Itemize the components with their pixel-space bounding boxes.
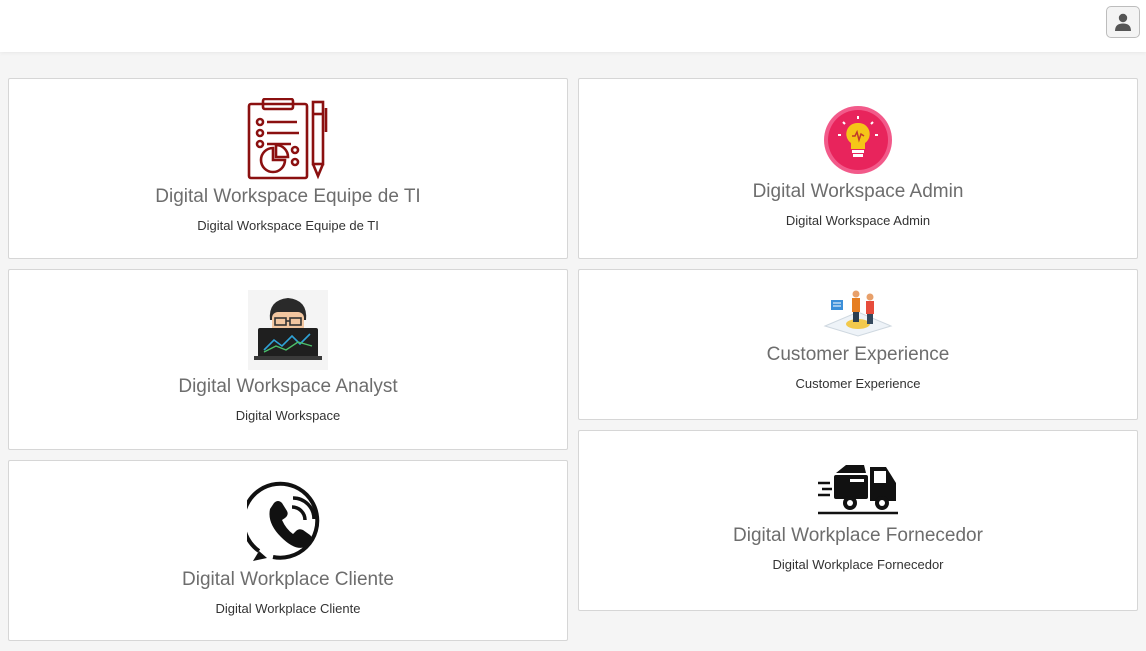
lightbulb-icon — [823, 105, 893, 175]
phone-call-icon — [247, 481, 329, 563]
card-title: Digital Workplace Cliente — [182, 569, 394, 590]
card-title: Digital Workplace Fornecedor — [733, 525, 983, 546]
card-customer-experience[interactable]: Customer Experience Customer Experience — [578, 269, 1138, 420]
clipboard-report-icon — [247, 98, 329, 180]
card-subtitle: Digital Workspace — [235, 408, 341, 423]
top-bar — [0, 0, 1146, 52]
right-column: Digital Workspace Admin Digital Workspac… — [578, 78, 1138, 621]
user-menu-button[interactable] — [1106, 6, 1140, 38]
card-subtitle: Digital Workplace Fornecedor — [772, 557, 944, 572]
card-cliente[interactable]: Digital Workplace Cliente Digital Workpl… — [8, 460, 568, 641]
card-admin[interactable]: Digital Workspace Admin Digital Workspac… — [578, 78, 1138, 259]
card-title: Digital Workspace Equipe de TI — [155, 186, 421, 207]
card-fornecedor[interactable]: Digital Workplace Fornecedor Digital Wor… — [578, 430, 1138, 611]
card-title: Customer Experience — [766, 344, 950, 365]
delivery-truck-icon — [816, 453, 900, 519]
customer-team-icon — [823, 290, 893, 338]
card-equipe-ti[interactable]: Digital Workspace Equipe de TI Digital W… — [8, 78, 568, 259]
card-title: Digital Workspace Admin — [752, 181, 964, 202]
analyst-laptop-icon — [248, 290, 328, 370]
left-column: Digital Workspace Equipe de TI Digital W… — [8, 78, 568, 651]
card-title: Digital Workspace Analyst — [178, 376, 398, 397]
card-subtitle: Digital Workspace Admin — [785, 213, 931, 228]
card-subtitle: Digital Workspace Equipe de TI — [197, 218, 379, 233]
user-icon — [1115, 13, 1131, 31]
card-analyst[interactable]: Digital Workspace Analyst Digital Worksp… — [8, 269, 568, 450]
card-subtitle: Customer Experience — [795, 376, 921, 391]
card-subtitle: Digital Workplace Cliente — [215, 601, 361, 616]
